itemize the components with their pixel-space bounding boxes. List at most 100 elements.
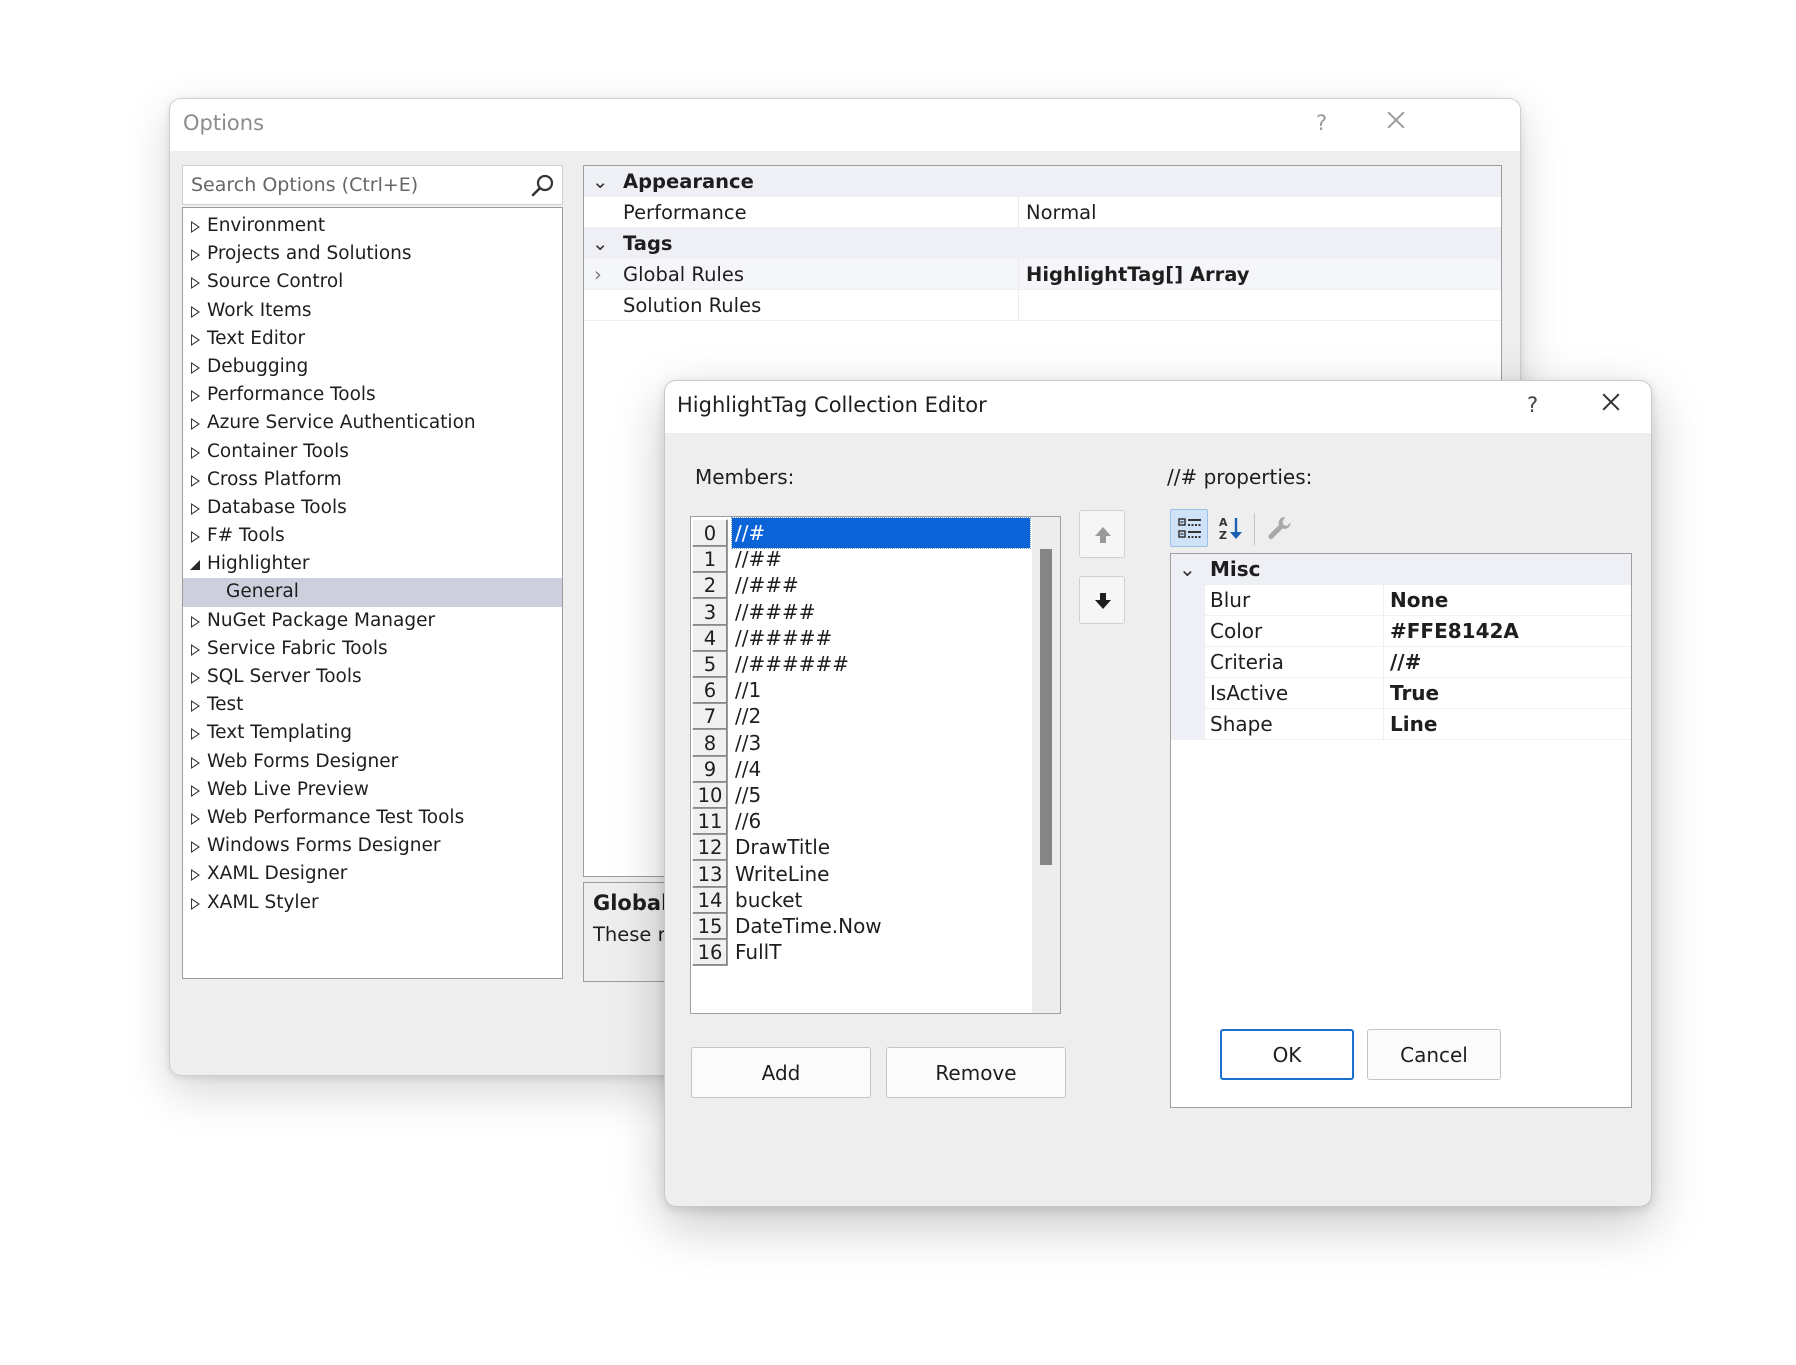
property-row[interactable]: IsActive True (1171, 678, 1631, 709)
property-performance[interactable]: Performance Normal (584, 197, 1501, 228)
property-value[interactable]: Normal (1026, 197, 1097, 228)
member-row[interactable]: 16 FullT (692, 937, 1031, 967)
member-row[interactable]: 14 bucket (692, 885, 1031, 915)
collapsed-arrow-icon[interactable] (191, 305, 200, 318)
property-value[interactable]: None (1390, 585, 1448, 616)
property-value[interactable]: Line (1390, 709, 1437, 740)
members-list[interactable]: 16 FullT 15 DateTime.Now 14 bucket 13 WriteLine… (690, 516, 1061, 1014)
ok-button[interactable]: OK (1220, 1029, 1354, 1080)
collapsed-arrow-icon[interactable] (191, 756, 200, 769)
options-help-button[interactable]: ? (1316, 111, 1327, 135)
category-appearance[interactable]: ⌄ Appearance (584, 166, 1501, 197)
tree-item[interactable]: XAML Designer (183, 860, 562, 888)
categorized-view-button[interactable] (1170, 509, 1208, 547)
add-button[interactable]: Add (691, 1047, 871, 1098)
collapsed-arrow-icon[interactable] (191, 249, 200, 262)
search-icon[interactable] (530, 173, 556, 199)
member-row[interactable]: 3 //#### (692, 597, 1031, 627)
property-value[interactable]: #FFE8142A (1390, 616, 1519, 647)
tree-item[interactable]: F# Tools (183, 522, 562, 550)
collapsed-arrow-icon[interactable] (191, 700, 200, 713)
member-row[interactable]: 0//# (692, 517, 1031, 549)
chevron-down-icon[interactable]: ⌄ (592, 228, 612, 259)
member-row[interactable]: 1 //## (692, 544, 1031, 574)
collapsed-arrow-icon[interactable] (191, 841, 200, 854)
cancel-button[interactable]: Cancel (1367, 1029, 1501, 1080)
expanded-arrow-icon[interactable] (190, 560, 200, 571)
collapsed-arrow-icon[interactable] (191, 390, 200, 403)
tree-item[interactable]: Database Tools (183, 494, 562, 522)
tree-item[interactable]: Container Tools (183, 438, 562, 466)
scrollbar-thumb[interactable] (1040, 549, 1052, 865)
tree-item[interactable]: Service Fabric Tools (183, 635, 562, 663)
property-value[interactable]: HighlightTag[] Array (1026, 259, 1250, 290)
category-tags[interactable]: ⌄ Tags (584, 228, 1501, 259)
collapsed-arrow-icon[interactable] (191, 361, 200, 374)
tree-item[interactable]: Text Templating (183, 719, 562, 747)
tree-item[interactable]: Debugging (183, 353, 562, 381)
property-row[interactable]: Criteria //# (1171, 647, 1631, 678)
property-pages-button[interactable] (1260, 509, 1298, 547)
tree-item[interactable]: Source Control (183, 268, 562, 296)
tree-item[interactable]: Work Items (183, 297, 562, 325)
collapsed-arrow-icon[interactable] (191, 728, 200, 741)
tree-item[interactable]: Highlighter (183, 550, 562, 578)
chevron-down-icon[interactable]: ⌄ (592, 166, 612, 197)
property-solution-rules[interactable]: Solution Rules (584, 290, 1501, 321)
member-row[interactable]: 9 //4 (692, 754, 1031, 784)
property-row[interactable]: Shape Line (1171, 709, 1631, 740)
member-row[interactable]: 5 //###### (692, 649, 1031, 679)
collapsed-arrow-icon[interactable] (191, 869, 200, 882)
tree-item[interactable]: Cross Platform (183, 466, 562, 494)
tree-item[interactable]: Projects and Solutions (183, 240, 562, 268)
tree-item[interactable]: Environment (183, 212, 562, 240)
tree-item[interactable]: Azure Service Authentication (183, 409, 562, 437)
member-row[interactable]: 7 //2 (692, 701, 1031, 731)
tree-item[interactable]: Text Editor (183, 325, 562, 353)
tree-item[interactable]: Web Live Preview (183, 776, 562, 804)
members-scrollbar[interactable] (1032, 517, 1060, 1013)
collapsed-arrow-icon[interactable] (191, 784, 200, 797)
member-row[interactable]: 15 DateTime.Now (692, 911, 1031, 941)
member-row[interactable]: 11 //6 (692, 806, 1031, 836)
collapsed-arrow-icon[interactable] (191, 474, 200, 487)
tree-item[interactable]: NuGet Package Manager (183, 607, 562, 635)
collapsed-arrow-icon[interactable] (191, 531, 200, 544)
property-row[interactable]: Color #FFE8142A (1171, 616, 1631, 647)
search-options-input[interactable] (183, 166, 523, 204)
move-down-button[interactable] (1079, 576, 1125, 624)
member-row[interactable]: 2 //### (692, 570, 1031, 600)
options-close-icon[interactable] (1385, 109, 1407, 131)
member-row[interactable]: 4 //##### (692, 623, 1031, 653)
collapsed-arrow-icon[interactable] (191, 446, 200, 459)
collapsed-arrow-icon[interactable] (191, 333, 200, 346)
editor-close-icon[interactable] (1600, 391, 1622, 413)
tree-item[interactable]: General (183, 578, 562, 607)
tree-item[interactable]: XAML Styler (183, 889, 562, 917)
property-value[interactable]: True (1390, 678, 1439, 709)
category-misc[interactable]: ⌄ Misc (1171, 554, 1631, 585)
chevron-right-icon[interactable]: › (594, 259, 614, 290)
property-global-rules[interactable]: › Global Rules HighlightTag[] Array (584, 259, 1501, 290)
collapsed-arrow-icon[interactable] (191, 643, 200, 656)
property-row[interactable]: Blur None (1171, 585, 1631, 616)
tree-item[interactable]: Web Forms Designer (183, 748, 562, 776)
tree-item[interactable]: Windows Forms Designer (183, 832, 562, 860)
collapsed-arrow-icon[interactable] (191, 615, 200, 628)
tree-item[interactable]: Web Performance Test Tools (183, 804, 562, 832)
editor-help-button[interactable]: ? (1527, 393, 1538, 417)
collapsed-arrow-icon[interactable] (191, 277, 200, 290)
member-row[interactable]: 8 //3 (692, 728, 1031, 758)
collapsed-arrow-icon[interactable] (191, 672, 200, 684)
member-row[interactable]: 6 //1 (692, 675, 1031, 705)
tree-item[interactable]: SQL Server Tools (183, 663, 562, 691)
collapsed-arrow-icon[interactable] (191, 897, 200, 910)
collapsed-arrow-icon[interactable] (191, 812, 200, 825)
property-value[interactable]: //# (1390, 647, 1421, 678)
collapsed-arrow-icon[interactable] (191, 502, 200, 515)
member-row[interactable]: 10 //5 (692, 780, 1031, 810)
alphabetical-view-button[interactable]: A Z (1212, 509, 1250, 547)
tree-item[interactable]: Performance Tools (183, 381, 562, 409)
tree-item[interactable]: Test (183, 691, 562, 719)
member-row[interactable]: 13 WriteLine (692, 859, 1031, 889)
